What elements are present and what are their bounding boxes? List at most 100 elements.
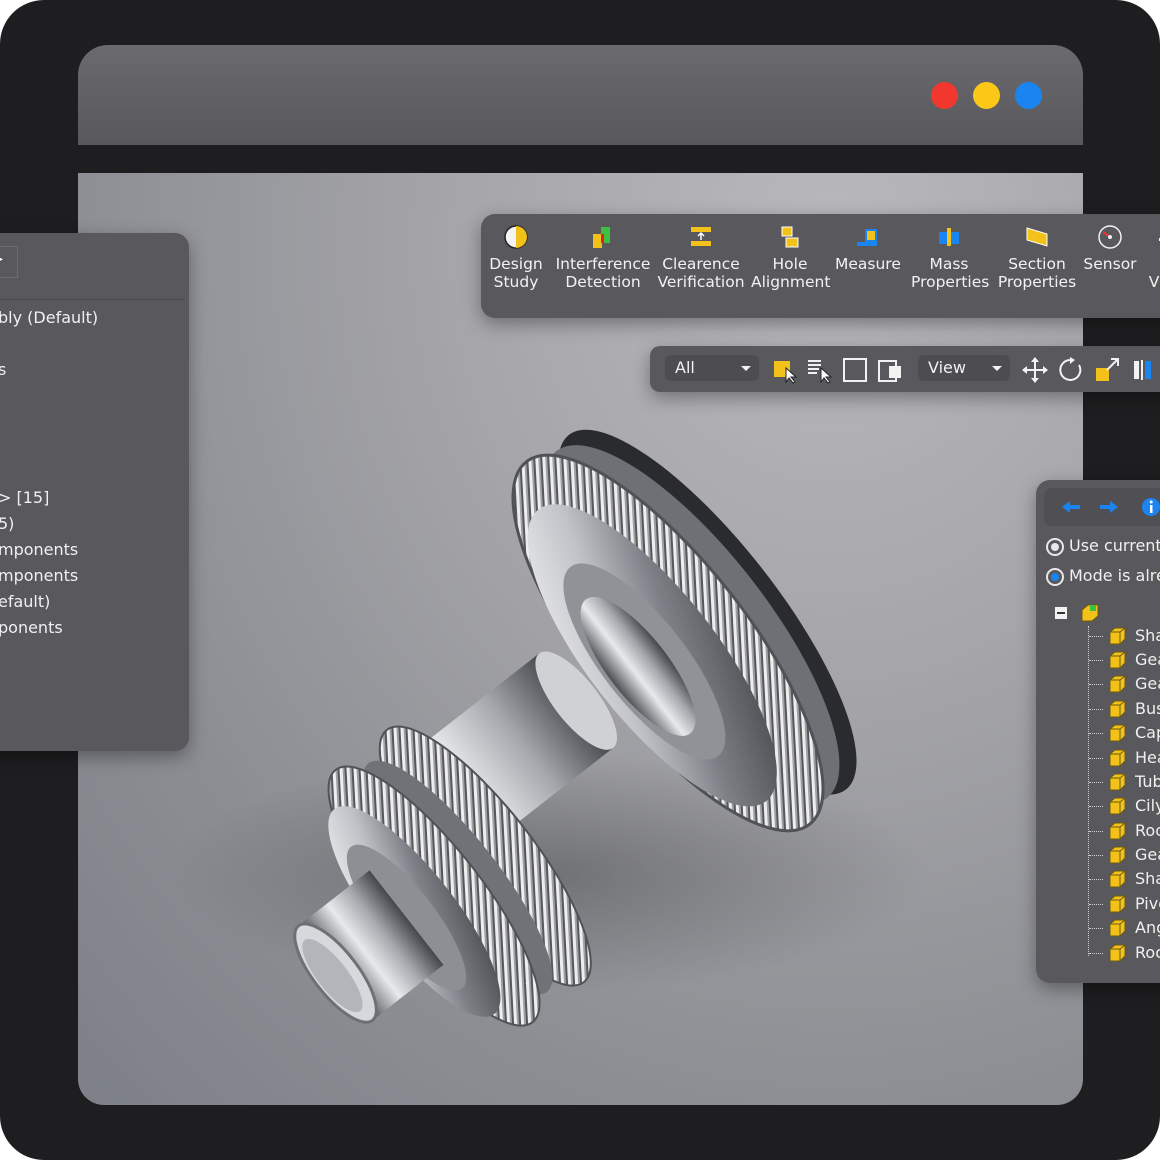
- chevron-down-icon: [992, 366, 1002, 371]
- selection-toolbar: All View: [650, 346, 1160, 392]
- interference-detection-label-2: Detection: [565, 273, 641, 291]
- part-icon: [1109, 895, 1126, 913]
- tree-item-label: Roc: [1135, 821, 1160, 840]
- maximize-dot[interactable]: [1015, 82, 1042, 109]
- feature-tree-panel: ▸ bly (Default) s > [15] 5) mponents mpo…: [0, 233, 189, 751]
- use-current-label: Use current: [1069, 536, 1160, 555]
- partial-tool-icon: [1159, 238, 1160, 241]
- design-study-label-1: Design: [489, 255, 543, 273]
- component-tree-panel: Use current Mode is alre Sha Gea Gea Bus…: [1036, 480, 1160, 983]
- tree-item[interactable]: mponents: [0, 540, 78, 559]
- panel-tab[interactable]: ▸: [0, 246, 18, 278]
- use-current-radio[interactable]: [1046, 538, 1064, 556]
- partial-tool-button[interactable]: Vi: [1141, 224, 1160, 291]
- info-icon[interactable]: [1141, 496, 1160, 518]
- part-icon: [1109, 944, 1126, 962]
- section-properties-label-1: Section: [1008, 255, 1066, 273]
- tree-item-assembly[interactable]: bly (Default): [0, 308, 98, 327]
- tree-item-label: Hea: [1135, 748, 1160, 767]
- measure-icon: [857, 229, 877, 246]
- partial-tool-label-2: Vi: [1148, 273, 1160, 291]
- section-properties-icon: [1026, 227, 1048, 247]
- section-properties-button[interactable]: Section Properties: [997, 224, 1077, 291]
- close-dot[interactable]: [931, 82, 958, 109]
- interference-detection-label-1: Interference: [555, 255, 651, 273]
- clearence-verification-icon: [691, 227, 711, 246]
- tree-item[interactable]: ponents: [0, 618, 63, 637]
- mass-properties-icon: [939, 228, 959, 246]
- panel-header: ▸: [0, 233, 185, 300]
- tree-item-label: Cap: [1135, 723, 1160, 742]
- tree-item-label: Cily: [1135, 796, 1160, 815]
- measure-label-1: Measure: [835, 255, 901, 273]
- hole-alignment-label-1: Hole: [772, 255, 808, 273]
- hole-alignment-label-2: Alignment: [751, 273, 831, 291]
- sensor-label-1: Sensor: [1083, 255, 1137, 273]
- clearence-verification-label-1: Clearence: [662, 255, 740, 273]
- tree-item-label: Ang: [1135, 918, 1160, 937]
- mirror-view-icon[interactable]: [1131, 356, 1159, 384]
- hole-alignment-icon: [781, 226, 799, 248]
- part-icon: [1109, 919, 1126, 937]
- box-select-icon[interactable]: [841, 356, 869, 384]
- part-icon: [1109, 870, 1126, 888]
- chevron-down-icon: [741, 366, 751, 371]
- mode-label: Mode is alre: [1069, 566, 1160, 585]
- part-icon: [1109, 651, 1126, 669]
- filter-dropdown-value: All: [675, 358, 695, 377]
- view-dropdown-value: View: [928, 358, 966, 377]
- tree-item-label: Pive: [1135, 894, 1160, 913]
- assembly-icon: [1081, 604, 1099, 622]
- select-part-icon[interactable]: [771, 356, 799, 384]
- rotate-icon[interactable]: [1057, 356, 1085, 384]
- part-icon: [1109, 773, 1126, 791]
- tree-line: [1088, 626, 1089, 956]
- tree-item[interactable]: s: [0, 360, 6, 379]
- tree-item[interactable]: > [15]: [0, 488, 49, 507]
- arrow-left-icon[interactable]: [1060, 498, 1082, 516]
- lasso-select-icon[interactable]: [876, 356, 904, 384]
- sensor-button[interactable]: Sensor: [1081, 224, 1139, 273]
- mode-radio[interactable]: [1046, 568, 1064, 586]
- part-icon: [1109, 700, 1126, 718]
- part-icon: [1109, 627, 1126, 645]
- measure-button[interactable]: Measure: [835, 224, 901, 273]
- window-titlebar: [78, 45, 1083, 145]
- select-list-icon[interactable]: [805, 356, 833, 384]
- collapse-icon[interactable]: [1054, 606, 1068, 620]
- tree-item-label: Bus: [1135, 699, 1160, 718]
- design-study-button[interactable]: Design Study: [487, 224, 545, 291]
- design-study-icon: [504, 225, 528, 249]
- device-frame: ▸ bly (Default) s > [15] 5) mponents mpo…: [0, 0, 1160, 1160]
- hole-alignment-button[interactable]: Hole Alignment: [751, 224, 831, 291]
- view-dropdown[interactable]: View: [918, 355, 1010, 381]
- pan-icon[interactable]: [1021, 356, 1049, 384]
- tree-item-label: Gea: [1135, 845, 1160, 864]
- part-icon: [1109, 797, 1126, 815]
- mass-properties-label-2: Properties: [911, 273, 990, 291]
- part-icon: [1109, 822, 1126, 840]
- clearence-verification-button[interactable]: Clearence Verification: [657, 224, 745, 291]
- filter-dropdown[interactable]: All: [665, 355, 759, 381]
- mass-properties-button[interactable]: Mass Properties: [911, 224, 990, 291]
- interference-detection-icon: [593, 227, 610, 248]
- tree-item-label: Gea: [1135, 674, 1160, 693]
- arrow-right-icon[interactable]: [1098, 498, 1120, 516]
- part-icon: [1109, 749, 1126, 767]
- sensor-icon: [1098, 225, 1122, 249]
- tree-item-label: Sha: [1135, 869, 1160, 888]
- interference-detection-button[interactable]: Interference Detection: [554, 224, 652, 291]
- arrow-right-icon: ▸: [0, 254, 4, 265]
- part-icon: [1109, 724, 1126, 742]
- mass-properties-label-1: Mass: [929, 255, 969, 273]
- design-study-label-2: Study: [493, 273, 539, 291]
- panel-navigation: [1044, 488, 1160, 526]
- tree-item[interactable]: efault): [0, 592, 50, 611]
- zoom-fit-icon[interactable]: [1093, 356, 1121, 384]
- clearence-verification-label-2: Verification: [657, 273, 745, 291]
- tree-item[interactable]: mponents: [0, 566, 78, 585]
- part-icon: [1109, 846, 1126, 864]
- tree-item[interactable]: 5): [0, 514, 14, 533]
- minimize-dot[interactable]: [973, 82, 1000, 109]
- tree-item-label: Gea: [1135, 650, 1160, 669]
